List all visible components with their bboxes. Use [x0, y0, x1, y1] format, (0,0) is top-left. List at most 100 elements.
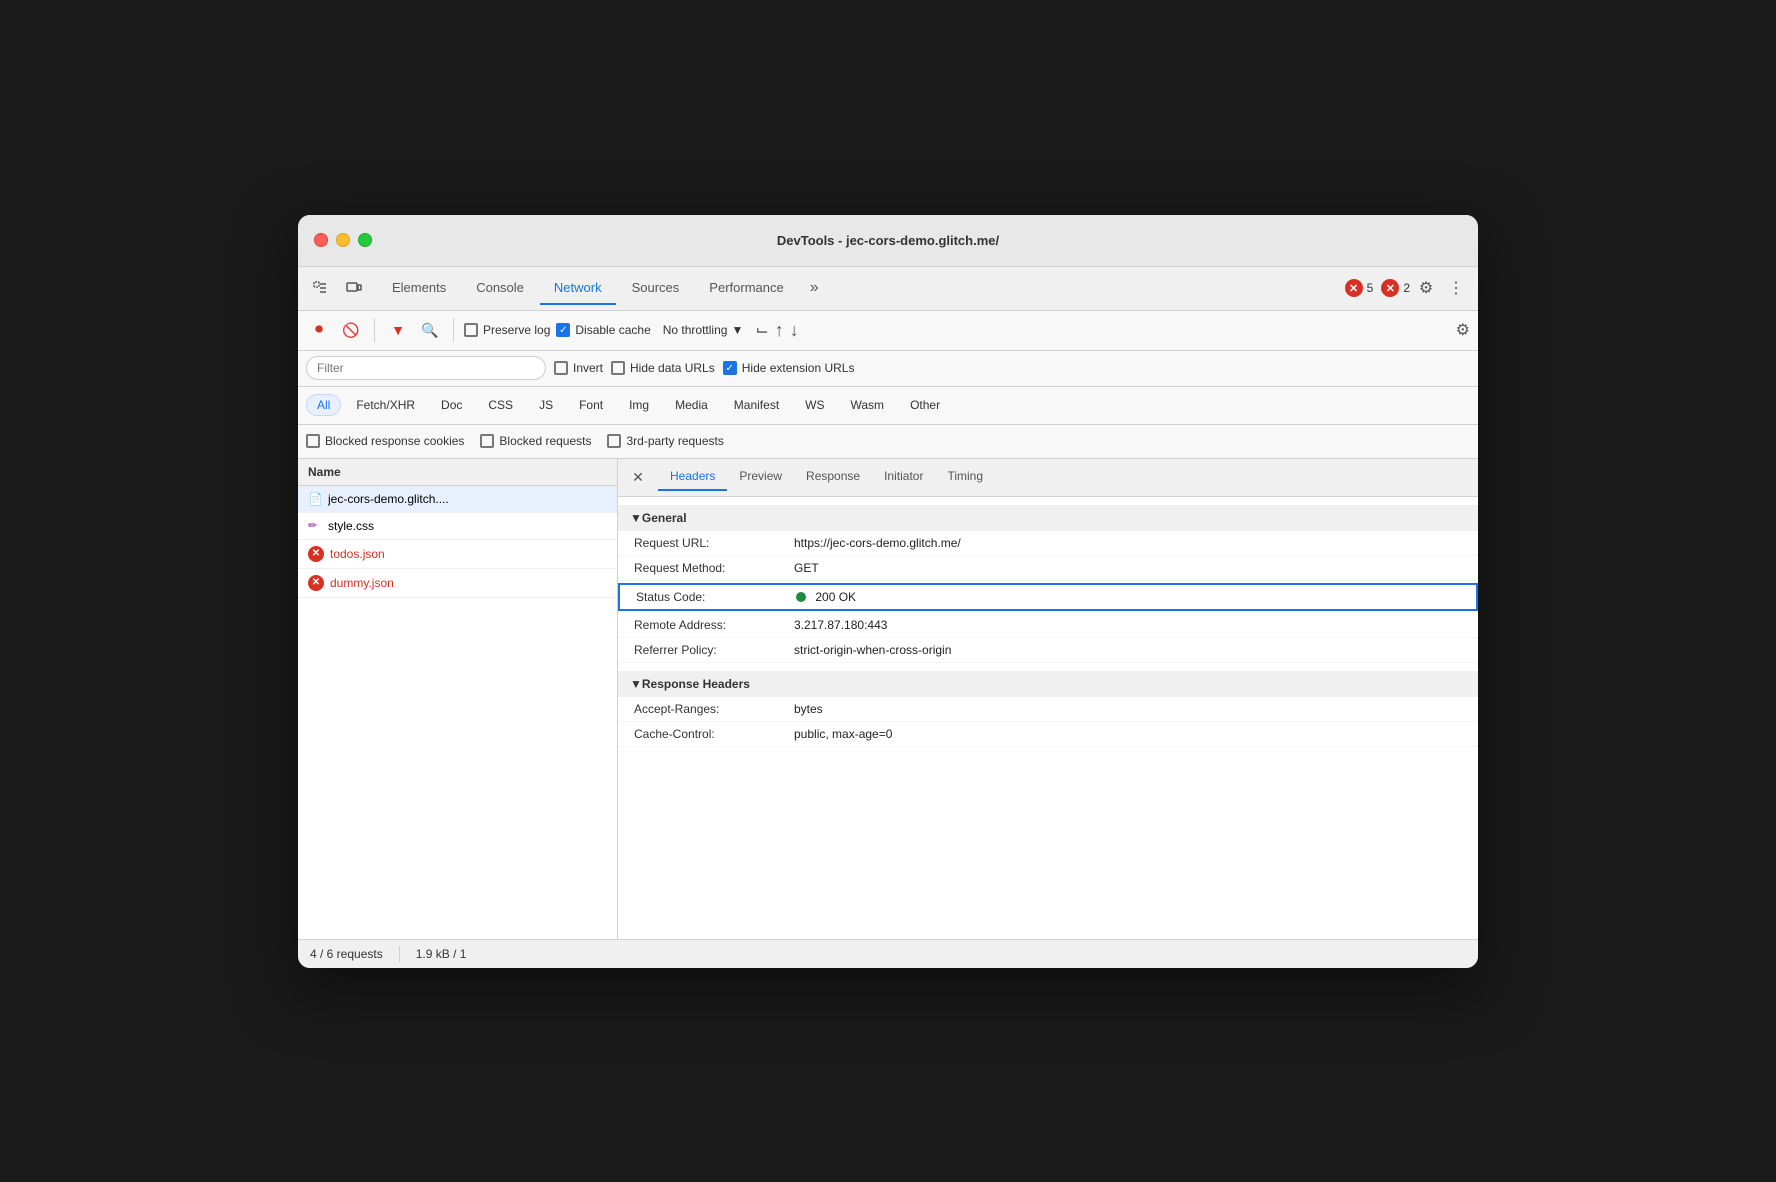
maximize-button[interactable]	[358, 233, 372, 247]
tab-icons	[306, 274, 368, 302]
toolbar-divider-1	[374, 318, 375, 342]
disable-cache-label[interactable]: ✓ Disable cache	[556, 323, 650, 337]
detail-request-url: Request URL: https://jec-cors-demo.glitc…	[618, 531, 1478, 556]
type-filter-all[interactable]: All	[306, 394, 341, 416]
blocked-requests-label[interactable]: Blocked requests	[480, 434, 591, 448]
request-item-2[interactable]: ✏ style.css	[298, 513, 617, 540]
type-filter-fetch-xhr[interactable]: Fetch/XHR	[345, 394, 426, 416]
close-detail-button[interactable]: ✕	[626, 465, 650, 489]
clear-button[interactable]: 🚫	[338, 317, 364, 343]
search-button[interactable]: 🔍	[417, 317, 443, 343]
inspect-element-icon[interactable]	[306, 274, 334, 302]
error-icon-req3: ✕	[308, 546, 324, 562]
error-badge-1[interactable]: ✕ 5	[1345, 279, 1374, 297]
blocked-cookies-checkbox[interactable]	[306, 434, 320, 448]
tab-console[interactable]: Console	[462, 272, 538, 305]
detail-content: ▼General Request URL: https://jec-cors-d…	[618, 497, 1478, 939]
status-code-value: 200 OK	[815, 590, 856, 604]
error-icon-req4: ✕	[308, 575, 324, 591]
request-item-3[interactable]: ✕ todos.json	[298, 540, 617, 569]
type-filter-font[interactable]: Font	[568, 394, 614, 416]
detail-request-method: Request Method: GET	[618, 556, 1478, 581]
requests-count: 4 / 6 requests	[310, 947, 383, 961]
third-party-label[interactable]: 3rd-party requests	[607, 434, 723, 448]
error-badges: ✕ 5 ✕ 2	[1345, 279, 1410, 297]
hide-data-urls-label[interactable]: Hide data URLs	[611, 361, 715, 375]
bottom-divider	[399, 946, 400, 962]
detail-tab-headers[interactable]: Headers	[658, 463, 727, 491]
settings-button[interactable]: ⚙	[1412, 274, 1440, 302]
tab-elements[interactable]: Elements	[378, 272, 460, 305]
type-filter-wasm[interactable]: Wasm	[840, 394, 896, 416]
title-bar: DevTools - jec-cors-demo.glitch.me/	[298, 215, 1478, 267]
detail-remote-address: Remote Address: 3.217.87.180:443	[618, 613, 1478, 638]
error-badge-2[interactable]: ✕ 2	[1381, 279, 1410, 297]
detail-tab-preview[interactable]: Preview	[727, 463, 794, 491]
download-button[interactable]: ↓	[790, 320, 799, 341]
request-item-1[interactable]: 📄 jec-cors-demo.glitch....	[298, 486, 617, 513]
detail-tab-bar: ✕ Headers Preview Response Initiator Tim…	[618, 459, 1478, 497]
more-options-button[interactable]: ⋮	[1442, 274, 1470, 302]
toolbar-divider-2	[453, 318, 454, 342]
status-dot-icon	[796, 592, 806, 602]
type-filter-manifest[interactable]: Manifest	[723, 394, 790, 416]
filter-button[interactable]: ▼	[385, 317, 411, 343]
wifi-icon[interactable]: ⌙	[755, 320, 768, 340]
hide-extension-urls-checkbox[interactable]: ✓	[723, 361, 737, 375]
invert-checkbox[interactable]	[554, 361, 568, 375]
request-item-4[interactable]: ✕ dummy.json	[298, 569, 617, 598]
window-title: DevTools - jec-cors-demo.glitch.me/	[777, 233, 999, 248]
checkbox-filter-row: Blocked response cookies Blocked request…	[298, 425, 1478, 459]
device-toolbar-icon[interactable]	[340, 274, 368, 302]
response-headers-section-header[interactable]: ▼Response Headers	[618, 671, 1478, 697]
tab-sources[interactable]: Sources	[618, 272, 694, 305]
traffic-lights	[314, 233, 372, 247]
hide-data-urls-checkbox[interactable]	[611, 361, 625, 375]
close-button[interactable]	[314, 233, 328, 247]
blocked-requests-checkbox[interactable]	[480, 434, 494, 448]
filter-input[interactable]	[306, 356, 546, 380]
filter-row: Invert Hide data URLs ✓ Hide extension U…	[298, 351, 1478, 387]
minimize-button[interactable]	[336, 233, 350, 247]
bottom-bar: 4 / 6 requests 1.9 kB / 1	[298, 939, 1478, 968]
hide-extension-urls-label[interactable]: ✓ Hide extension URLs	[723, 361, 855, 375]
type-filter-media[interactable]: Media	[664, 394, 719, 416]
general-section-header[interactable]: ▼General	[618, 505, 1478, 531]
css-icon: ✏	[308, 519, 322, 532]
detail-tab-initiator[interactable]: Initiator	[872, 463, 935, 491]
doc-icon: 📄	[308, 492, 322, 506]
network-toolbar: ⏺ 🚫 ▼ 🔍 Preserve log ✓ Disable cache No …	[298, 311, 1478, 351]
request-name-2: style.css	[328, 519, 374, 533]
request-name-4: dummy.json	[330, 576, 394, 590]
detail-tab-response[interactable]: Response	[794, 463, 872, 491]
preserve-log-label[interactable]: Preserve log	[464, 323, 550, 337]
error-count-2: 2	[1403, 281, 1410, 295]
third-party-checkbox[interactable]	[607, 434, 621, 448]
type-filter-css[interactable]: CSS	[477, 394, 524, 416]
record-button[interactable]: ⏺	[306, 317, 332, 343]
detail-tab-timing[interactable]: Timing	[935, 463, 995, 491]
invert-label[interactable]: Invert	[554, 361, 603, 375]
tab-network[interactable]: Network	[540, 272, 616, 305]
type-filter-ws[interactable]: WS	[794, 394, 835, 416]
upload-button[interactable]: ↑	[775, 320, 784, 341]
blocked-cookies-label[interactable]: Blocked response cookies	[306, 434, 464, 448]
type-filter-img[interactable]: Img	[618, 394, 660, 416]
throttle-select[interactable]: No throttling ▼	[657, 321, 750, 339]
disable-cache-checkbox[interactable]: ✓	[556, 323, 570, 337]
detail-accept-ranges: Accept-Ranges: bytes	[618, 697, 1478, 722]
request-list-panel: Name 📄 jec-cors-demo.glitch.... ✏ style.…	[298, 459, 618, 939]
type-filter-js[interactable]: JS	[528, 394, 564, 416]
detail-referrer-policy: Referrer Policy: strict-origin-when-cros…	[618, 638, 1478, 663]
preserve-log-checkbox[interactable]	[464, 323, 478, 337]
type-filter-row: All Fetch/XHR Doc CSS JS Font Img Media …	[298, 387, 1478, 425]
error-icon-2: ✕	[1381, 279, 1399, 297]
type-filter-doc[interactable]: Doc	[430, 394, 473, 416]
tab-performance[interactable]: Performance	[695, 272, 797, 305]
request-name-1: jec-cors-demo.glitch....	[328, 492, 449, 506]
detail-status-code: Status Code: 200 OK	[618, 583, 1478, 611]
type-filter-other[interactable]: Other	[899, 394, 951, 416]
network-settings-button[interactable]: ⚙	[1456, 320, 1470, 340]
error-icon-1: ✕	[1345, 279, 1363, 297]
more-tabs-button[interactable]: »	[800, 273, 829, 303]
